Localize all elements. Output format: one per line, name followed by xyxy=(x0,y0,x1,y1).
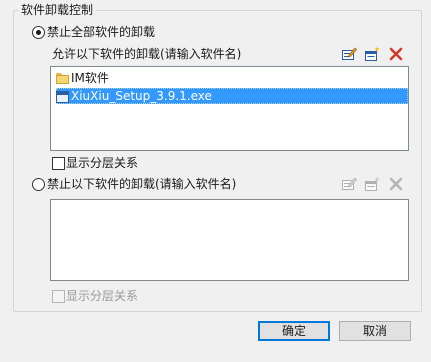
list-item-selected[interactable]: XiuXiu_Setup_3.9.1.exe xyxy=(56,88,408,104)
folder-icon xyxy=(56,73,70,84)
add-icon[interactable] xyxy=(364,46,380,62)
edit-icon xyxy=(342,177,357,190)
list-item[interactable]: IM软件 xyxy=(56,70,109,86)
block-all-label[interactable]: 禁止全部软件的卸载 xyxy=(47,24,155,40)
block-show-hierarchy-checkbox xyxy=(52,290,65,303)
allow-software-list[interactable]: IM软件 XiuXiu_Setup_3.9.1.exe xyxy=(50,66,409,151)
block-all-radio[interactable] xyxy=(32,26,45,39)
allow-list-label: 允许以下软件的卸载(请输入软件名) xyxy=(52,47,242,61)
block-show-hierarchy-label: 显示分层关系 xyxy=(66,289,139,303)
block-listed-label[interactable]: 禁止以下软件的卸载(请输入软件名) xyxy=(47,176,236,192)
add-icon xyxy=(365,176,380,191)
ok-button[interactable]: 确定 xyxy=(258,321,330,341)
delete-icon[interactable] xyxy=(388,46,404,62)
group-title: 软件卸载控制 xyxy=(18,2,97,18)
delete-icon xyxy=(389,177,403,191)
cancel-button[interactable]: 取消 xyxy=(339,321,411,341)
edit-icon[interactable] xyxy=(341,46,357,62)
allow-show-hierarchy-checkbox[interactable] xyxy=(52,157,65,170)
allow-show-hierarchy-label[interactable]: 显示分层关系 xyxy=(66,155,138,171)
block-software-list[interactable] xyxy=(50,199,409,281)
block-listed-radio[interactable] xyxy=(32,178,45,191)
exe-icon xyxy=(56,90,69,103)
